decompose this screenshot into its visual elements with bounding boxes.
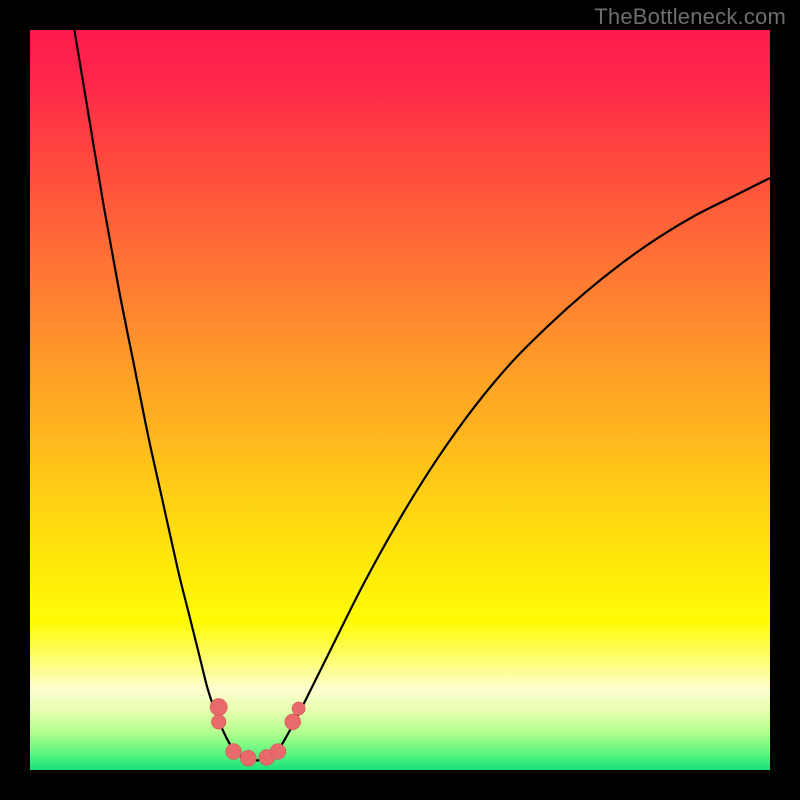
data-marker — [226, 744, 242, 760]
data-marker — [292, 702, 305, 715]
chart-frame: TheBottleneck.com — [0, 0, 800, 800]
data-marker — [211, 715, 226, 730]
data-marker — [210, 698, 227, 715]
data-marker — [240, 750, 256, 766]
plot-area — [30, 30, 770, 770]
data-marker — [285, 714, 301, 730]
curve-layer — [30, 30, 770, 770]
bottleneck-curve — [74, 30, 770, 760]
data-marker — [270, 744, 286, 760]
watermark-text: TheBottleneck.com — [594, 4, 786, 30]
